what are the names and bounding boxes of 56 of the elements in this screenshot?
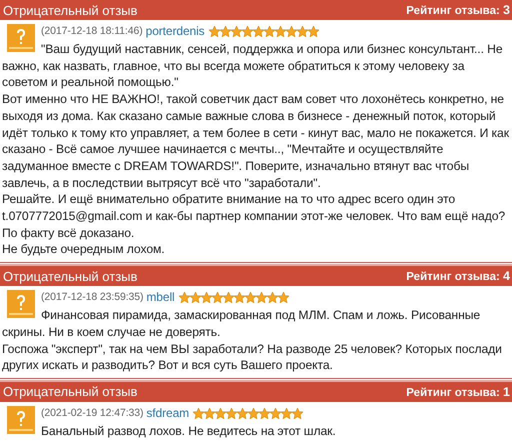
star-icon: [200, 292, 212, 304]
review-text: Решайте. И ещё внимательно обратите внимание на то что адрес всего один это t.0707772015@gmail.com и как-бы партнер компании этот-же человек. Что вам ещё надо?: [2, 191, 506, 225]
avatar-placeholder-icon: [7, 290, 35, 318]
star-icon: [220, 26, 231, 37]
star-icon: [296, 26, 308, 37]
author-link[interactable]: mbell: [146, 289, 175, 306]
star-icon: [242, 26, 253, 37]
star-icon: [270, 408, 282, 419]
author-link[interactable]: sfdream: [146, 405, 190, 422]
star-icon: [226, 408, 238, 419]
rating-value: 4: [503, 269, 510, 284]
star-icon: [252, 26, 264, 37]
star-icon: [212, 292, 223, 304]
star-icon: [264, 26, 275, 37]
star-icon: [222, 292, 234, 304]
star-icon: [248, 408, 260, 419]
star-icon: [274, 26, 286, 37]
rating-value: 3: [503, 3, 510, 17]
review-text: Банальный развод лохов. Не ведитесь на этот шлак.: [40, 422, 337, 440]
star-icon: [178, 292, 190, 304]
rating-label: Рейтинг отзыва:: [406, 5, 500, 17]
review-text: По факту всё доказано.: [2, 224, 136, 242]
review-text: Вот именно что НЕ ВАЖНО!, такой советчик даст вам совет что лохонётесь конкретно, не выходя из дома. Как сказано самые важные слова в бизнесе - денежный поток, который идёт только к тому кто управляет, а тем более в сети - кинут вас, мало не покажется. И как сказано - Всё самое лучшее начинается с мечты.., "Мечтайте и осуществляйте задуманное вместе с DREAM TOWARDS!". Поверите, изначально втянут вас чтобы завлечь, а в последствии вытрясут всё что "заработали".: [2, 91, 510, 192]
rating-value: 1: [503, 384, 510, 399]
author-link[interactable]: porterdenis: [146, 23, 205, 40]
rating-label: Рейтинг отзыва:: [406, 271, 500, 284]
star-icon: [190, 292, 201, 304]
star-icon: [208, 26, 220, 37]
star-icon: [256, 292, 267, 304]
star-icon: [266, 292, 278, 304]
review-text: "Ваш будущий наставник, сенсей, поддержка и опора или бизнес консультант... Не важно, как назвать, главное, что вы всегда можете обратиться к этому человеку за советом и реальной помощью.": [2, 41, 504, 92]
star-icon: [204, 408, 216, 419]
review-text: Госпожа "эксперт", так на чем ВЫ заработали? На разводе 25 человек? Которых послади других искать и разводить? Вот и вся суть Вашего проекта.: [2, 340, 503, 374]
review-type: Отрицательный отзыв: [3, 384, 138, 400]
star-icon: [215, 408, 226, 419]
star-icon: [230, 26, 242, 37]
star-icon: [308, 26, 319, 37]
star-icon: [193, 408, 204, 419]
review-text: Финансовая пирамида, замаскированная под МЛМ. Спам и ложь. Рисованные скрины. Ни в коем случае не доверять.: [2, 307, 482, 341]
avatar-placeholder-icon: [7, 406, 35, 434]
star-icon: [237, 408, 248, 419]
review-type: Отрицательный отзыв: [3, 2, 138, 18]
review-type: Отрицательный отзыв: [3, 268, 138, 284]
star-icon: [244, 292, 256, 304]
avatar-placeholder-icon: [7, 24, 35, 52]
star-icon: [292, 408, 304, 419]
review-date: (2017-12-18 23:59:35): [41, 290, 144, 306]
star-icon: [286, 26, 297, 37]
review-date: (2017-12-18 18:11:46): [41, 24, 143, 40]
rating-label: Рейтинг отзыва:: [406, 386, 500, 399]
star-icon: [278, 292, 289, 304]
review-date: (2021-02-19 12:47:33): [41, 406, 144, 422]
star-icon: [281, 408, 292, 419]
star-icon: [259, 408, 270, 419]
review-text: Не будьте очередным лохом.: [2, 241, 166, 258]
star-icon: [234, 292, 245, 304]
